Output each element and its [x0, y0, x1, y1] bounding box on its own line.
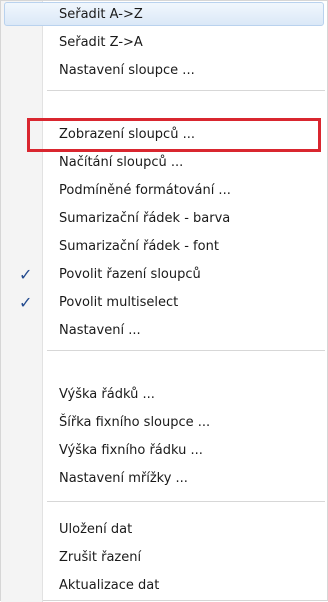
menu-item-label: Výška fixního řádku ...: [59, 443, 203, 458]
menu-separator: [47, 90, 325, 91]
menu-item-label: Aktualizace dat: [59, 578, 160, 593]
menu-item-label: Výška řádků ...: [59, 387, 155, 402]
context-menu: Seřadit A->Z Seřadit Z->A Nastavení slou…: [0, 0, 328, 602]
menu-item-label: Seřadit Z->A: [59, 35, 143, 50]
menu-item-sort-a-z[interactable]: Seřadit A->Z: [1, 1, 327, 29]
annotation-highlight-box: [27, 118, 321, 152]
menu-item-column-settings[interactable]: Nastavení sloupce ...: [1, 57, 327, 85]
menu-item-label: Seřadit A->Z: [59, 7, 143, 22]
menu-item-hover-highlight: [4, 2, 324, 26]
menu-separator: [47, 501, 325, 502]
checkmark-icon: ✓: [19, 293, 33, 312]
menu-item-label: Povolit multiselect: [59, 295, 179, 310]
menu-item-label: Sumarizační řádek - barva: [59, 211, 231, 226]
menu-item-label: Podmíněné formátování ...: [59, 183, 231, 198]
menu-item-label: Zrušit řazení: [59, 550, 142, 565]
menu-item-column-loading[interactable]: Načítání sloupců ...: [1, 149, 327, 177]
menu-item-fixed-row-height[interactable]: Výška fixního řádku ...: [1, 437, 327, 465]
menu-item-conditional-formatting[interactable]: Podmíněné formátování ...: [1, 177, 327, 205]
menu-item-fixed-column-width[interactable]: Šířka fixního sloupce ...: [1, 409, 327, 437]
menu-item-row-height[interactable]: Výška řádků ...: [1, 381, 327, 409]
menu-item-label: Načítání sloupců ...: [59, 155, 184, 170]
menu-item-save-data[interactable]: Uložení dat: [1, 516, 327, 544]
menu-item-cancel-sorting[interactable]: Zrušit řazení: [1, 544, 327, 572]
menu-item-label: Šířka fixního sloupce ...: [59, 415, 211, 430]
menu-item-label: Nastavení ...: [59, 323, 141, 338]
menu-item-label: Povolit řazení sloupců: [59, 267, 201, 282]
menu-item-summary-row-font[interactable]: Sumarizační řádek - font: [1, 233, 327, 261]
menu-separator: [47, 350, 325, 351]
menu-item-refresh-data[interactable]: Aktualizace dat: [1, 572, 327, 600]
menu-item-settings[interactable]: Nastavení ...: [1, 317, 327, 345]
menu-item-summary-row-color[interactable]: Sumarizační řádek - barva: [1, 205, 327, 233]
menu-item-allow-column-sorting[interactable]: ✓ Povolit řazení sloupců: [1, 261, 327, 289]
menu-item-grid-settings[interactable]: Nastavení mřížky ...: [1, 465, 327, 493]
menu-item-label: Sumarizační řádek - font: [59, 239, 219, 254]
checkmark-icon: ✓: [19, 265, 33, 284]
menu-item-label: Nastavení mřížky ...: [59, 471, 188, 486]
menu-item-allow-multiselect[interactable]: ✓ Povolit multiselect: [1, 289, 327, 317]
menu-item-sort-z-a[interactable]: Seřadit Z->A: [1, 29, 327, 57]
menu-item-label: Uložení dat: [59, 522, 133, 537]
menu-item-label: Nastavení sloupce ...: [59, 63, 195, 78]
